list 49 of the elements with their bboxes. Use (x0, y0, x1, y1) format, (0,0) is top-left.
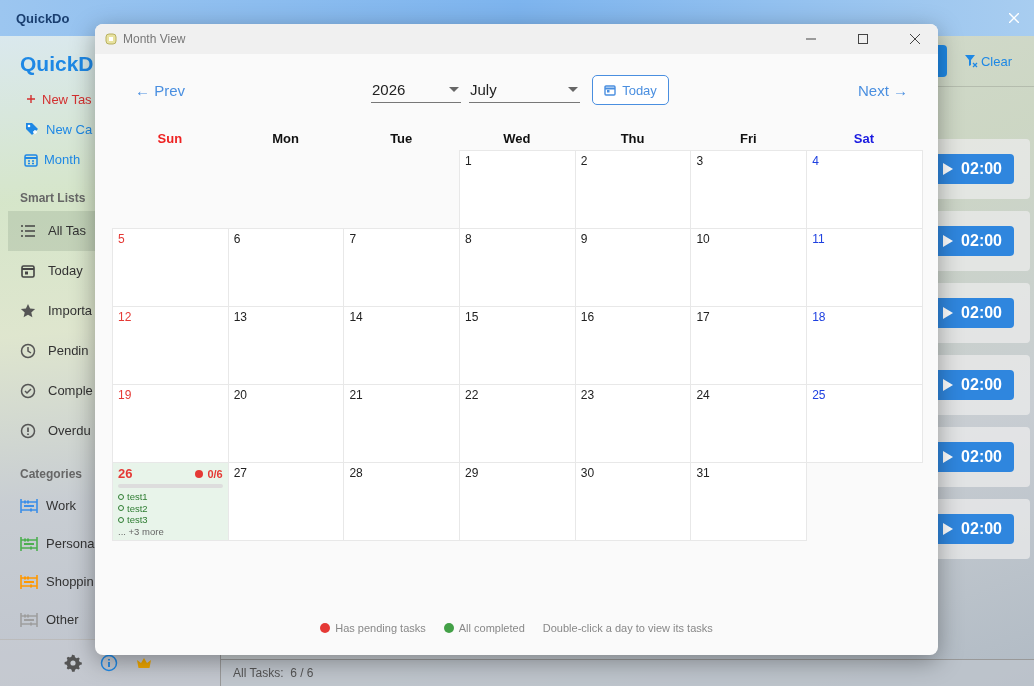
day-number: 13 (233, 310, 248, 324)
day-number: 30 (580, 466, 595, 480)
day-number: 26 (118, 466, 133, 481)
day-number: 20 (233, 388, 248, 402)
day-number: 27 (233, 466, 248, 480)
legend-label: Has pending tasks (335, 622, 426, 634)
day-number: 31 (696, 466, 710, 480)
day-number: 10 (696, 232, 710, 246)
day-number: 14 (349, 310, 363, 324)
window-title: Month View (123, 32, 186, 46)
day-number: 3 (696, 154, 704, 168)
day-number: 9 (580, 232, 588, 246)
weekday-label: Mon (272, 130, 299, 146)
day-number: 1 (465, 154, 472, 168)
day-number: 21 (349, 388, 363, 402)
weekday-label: Sat (853, 130, 875, 146)
day-number: 22 (465, 388, 479, 402)
day-number: 5 (118, 232, 125, 246)
status-text: All Tasks: 6 / 6 (233, 666, 314, 680)
task-count: 0/6 (195, 467, 223, 480)
day-number: 28 (349, 466, 363, 480)
weekday-label: Sun (157, 130, 183, 146)
section-heading: Smart Lists (20, 190, 86, 205)
section-heading: Categories (20, 466, 83, 481)
weekday-label: Wed (503, 130, 531, 146)
day-number: 17 (696, 310, 710, 324)
weekday-label: Thu (620, 130, 645, 146)
day-number: 23 (580, 388, 595, 402)
day-number: 11 (812, 232, 825, 246)
weekday-label: Fri (739, 130, 757, 146)
app-logo: QuickD (20, 52, 94, 76)
day-number: 18 (812, 310, 826, 324)
day-number: 19 (118, 388, 132, 402)
day-number: 25 (812, 388, 826, 402)
day-number: 7 (349, 232, 357, 246)
hint-text: Double-click a day to view its tasks (542, 622, 713, 634)
weekday-label: Tue (390, 130, 413, 146)
day-number: 12 (118, 310, 132, 324)
day-number: 16 (580, 310, 595, 324)
day-number: 6 (233, 232, 241, 246)
day-number: 8 (465, 232, 472, 246)
more-tasks-label: ... +3 more (118, 525, 164, 537)
app-title: QuickDo (16, 10, 70, 26)
day-number: 24 (696, 388, 710, 402)
day-number: 2 (580, 154, 588, 168)
day-number: 29 (465, 466, 479, 480)
day-number: 15 (465, 310, 479, 324)
legend-label: All completed (458, 622, 525, 634)
day-number: 4 (812, 154, 819, 168)
